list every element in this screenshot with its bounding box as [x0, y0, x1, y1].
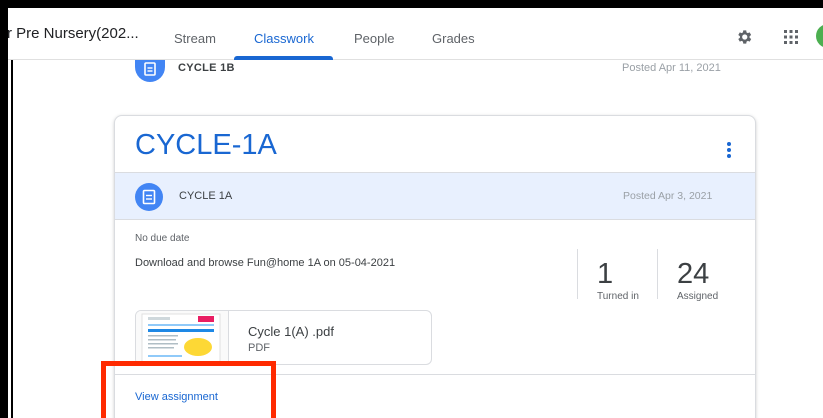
assigned-count[interactable]: 24: [677, 258, 709, 291]
topic-title[interactable]: CYCLE-1A: [135, 129, 277, 162]
tab-stream[interactable]: Stream: [174, 31, 216, 46]
top-bar: r Pre Nursery(202... Stream Classwork Pe…: [8, 8, 823, 60]
class-title[interactable]: r Pre Nursery(202...: [8, 25, 139, 42]
tab-people[interactable]: People: [354, 31, 394, 46]
previous-assignment-date: Posted Apr 11, 2021: [622, 62, 721, 74]
more-vert-icon[interactable]: [727, 142, 731, 158]
assigned-label: Assigned: [677, 291, 719, 302]
assignment-posted-date: Posted Apr 3, 2021: [623, 190, 713, 202]
turned-in-label: Turned in: [597, 291, 639, 302]
highlight-box: [101, 361, 276, 418]
gear-icon[interactable]: [735, 28, 753, 46]
attachment-card[interactable]: Cycle 1(A) .pdf PDF: [135, 310, 432, 365]
stat-divider: [577, 249, 578, 299]
assignment-icon: [135, 60, 165, 82]
attachment-thumbnail: [136, 311, 229, 364]
left-divider: [11, 60, 13, 418]
account-avatar[interactable]: [816, 24, 823, 48]
due-date: No due date: [135, 233, 190, 244]
assignment-description: Download and browse Fun@home 1A on 05-04…: [135, 257, 396, 269]
previous-assignment-title[interactable]: CYCLE 1B: [178, 62, 235, 74]
classroom-window: r Pre Nursery(202... Stream Classwork Pe…: [8, 8, 823, 418]
tab-classwork[interactable]: Classwork: [254, 31, 314, 46]
active-tab-indicator: [234, 56, 333, 60]
tab-grades[interactable]: Grades: [432, 31, 475, 46]
assignment-title: CYCLE 1A: [179, 190, 233, 202]
attachment-name: Cycle 1(A) .pdf: [248, 324, 334, 339]
assignment-header[interactable]: CYCLE 1A Posted Apr 3, 2021: [115, 172, 755, 220]
stat-divider: [657, 249, 658, 299]
attachment-type: PDF: [248, 342, 270, 354]
apps-grid-icon[interactable]: [783, 29, 799, 45]
assignment-icon: [135, 183, 163, 211]
turned-in-count[interactable]: 1: [597, 258, 613, 291]
